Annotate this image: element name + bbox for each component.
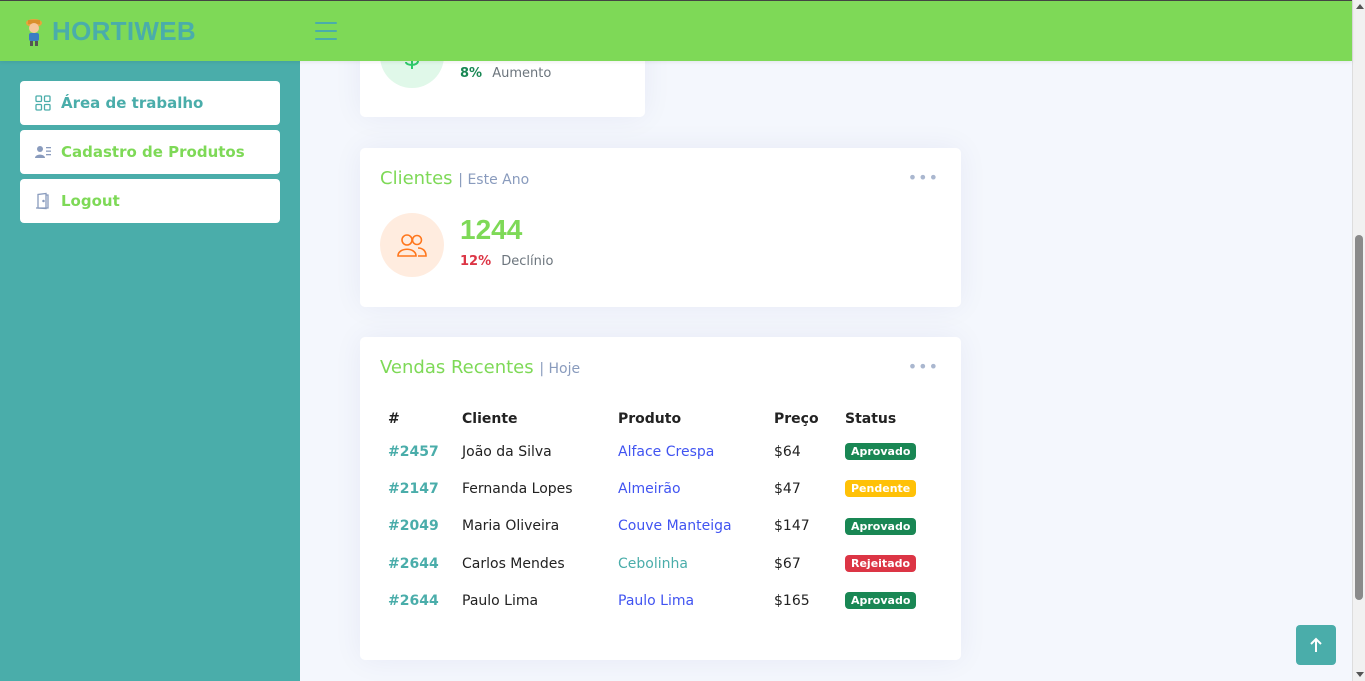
order-id-link[interactable]: #2457 — [388, 444, 439, 460]
order-id-link[interactable]: #2644 — [388, 556, 439, 572]
table-row: #2147 Fernanda Lopes Almeirão $47 Penden… — [380, 470, 941, 507]
menu-toggle-icon[interactable] — [315, 22, 337, 40]
table-header-row: # Cliente Produto Preço Status — [380, 405, 941, 433]
sales-options-icon[interactable]: ••• — [908, 357, 939, 376]
order-id-link[interactable]: #2147 — [388, 481, 439, 497]
product-link[interactable]: Paulo Lima — [618, 593, 694, 609]
revenue-pct-note: Aumento — [492, 66, 552, 81]
price: $47 — [774, 480, 801, 497]
scroll-up-arrow-icon[interactable] — [1356, 4, 1364, 9]
price: $165 — [774, 592, 810, 609]
client-name: Carlos Mendes — [462, 555, 565, 572]
clients-title: Clientes — [380, 168, 453, 189]
table-row: #2644 Paulo Lima Paulo Lima $165 Aprovad… — [380, 582, 941, 619]
column-header-status: Status — [845, 411, 897, 427]
farmer-logo-icon — [26, 18, 42, 46]
clients-card-title: Clientes | Este Ano — [380, 168, 529, 189]
order-id-link[interactable]: #2644 — [388, 593, 439, 609]
sidebar-item-logout[interactable]: Logout — [20, 179, 280, 223]
person-lines-icon — [35, 146, 51, 158]
sidebar: Área de trabalho Cadastro de Produtos Lo… — [0, 61, 300, 681]
client-name: Fernanda Lopes — [462, 480, 573, 497]
sidebar-item-area-de-trabalho[interactable]: Área de trabalho — [20, 81, 280, 125]
price: $67 — [774, 555, 801, 572]
clients-options-icon[interactable]: ••• — [908, 168, 939, 187]
sales-card-title: Vendas Recentes | Hoje — [380, 357, 580, 378]
client-name: João da Silva — [462, 443, 552, 460]
grid-icon — [35, 95, 51, 111]
sidebar-item-cadastro-de-produtos[interactable]: Cadastro de Produtos — [20, 130, 280, 174]
column-header-client: Cliente — [462, 411, 518, 427]
product-link[interactable]: Couve Manteiga — [618, 518, 732, 534]
status-badge: Rejeitado — [845, 555, 917, 573]
revenue-pct: 8% — [460, 66, 483, 81]
top-header: HORTIWEB — [0, 0, 1352, 61]
sales-subtitle: | Hoje — [539, 361, 581, 377]
clients-pct: 12% — [460, 254, 492, 269]
revenue-change: 8% Aumento — [460, 66, 551, 81]
column-header-price: Preço — [774, 411, 819, 427]
product-link[interactable]: Cebolinha — [618, 556, 688, 572]
column-header-product: Produto — [618, 411, 682, 427]
status-badge: Aprovado — [845, 443, 917, 461]
client-name: Paulo Lima — [462, 592, 539, 609]
brand-name: HORTIWEB — [52, 16, 196, 46]
product-link[interactable]: Alface Crespa — [618, 444, 714, 460]
price: $147 — [774, 518, 810, 535]
status-badge: Aprovado — [845, 592, 917, 610]
sales-table: # Cliente Produto Preço Status #2457 Joã… — [380, 405, 941, 619]
clients-card: Clientes | Este Ano ••• 1244 12% Declíni… — [360, 148, 961, 307]
sales-title: Vendas Recentes — [380, 357, 534, 378]
price: $64 — [774, 443, 801, 460]
clients-pct-note: Declínio — [501, 254, 554, 269]
sidebar-item-label: Área de trabalho — [61, 94, 204, 112]
table-row: #2457 João da Silva Alface Crespa $64 Ap… — [380, 433, 941, 470]
sidebar-item-label: Logout — [61, 192, 120, 210]
clients-change: 12% Declínio — [460, 254, 553, 269]
clients-value: 1244 — [460, 214, 523, 245]
client-name: Maria Oliveira — [462, 518, 560, 535]
door-icon — [36, 192, 49, 210]
recent-sales-card: Vendas Recentes | Hoje ••• # Cliente Pro… — [360, 337, 961, 660]
scroll-down-arrow-icon[interactable] — [1356, 672, 1364, 677]
order-id-link[interactable]: #2049 — [388, 518, 439, 534]
page-scrollbar[interactable] — [1352, 0, 1365, 681]
brand-logo[interactable]: HORTIWEB — [22, 16, 196, 47]
product-link[interactable]: Almeirão — [618, 481, 681, 497]
status-badge: Pendente — [845, 480, 917, 498]
clients-subtitle: | Este Ano — [458, 172, 530, 188]
table-row: #2644 Carlos Mendes Cebolinha $67 Rejeit… — [380, 545, 941, 582]
sidebar-item-label: Cadastro de Produtos — [61, 143, 245, 161]
table-row: #2049 Maria Oliveira Couve Manteiga $147… — [380, 508, 941, 545]
column-header-id: # — [388, 411, 400, 427]
back-to-top-button[interactable] — [1296, 625, 1336, 665]
scrollbar-thumb[interactable] — [1355, 235, 1363, 600]
people-icon — [380, 213, 444, 277]
arrow-up-icon — [1310, 637, 1322, 652]
status-badge: Aprovado — [845, 517, 917, 535]
